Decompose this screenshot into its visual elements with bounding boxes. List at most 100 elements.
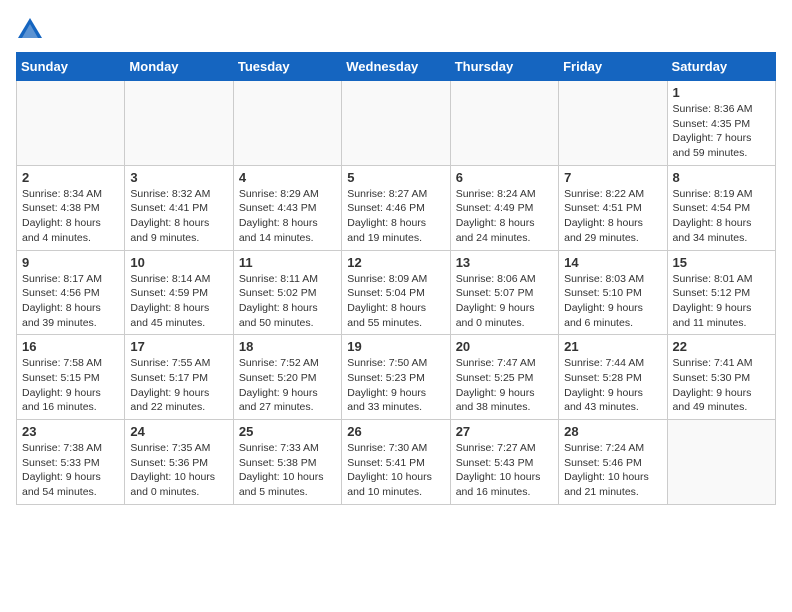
calendar-cell: 26 Sunrise: 7:30 AM Sunset: 5:41 PM Dayli… — [342, 420, 450, 505]
page-header — [16, 16, 776, 44]
day-info: Sunrise: 8:34 AM Sunset: 4:38 PM Dayligh… — [22, 187, 119, 246]
day-info: Sunrise: 8:14 AM Sunset: 4:59 PM Dayligh… — [130, 272, 227, 331]
calendar-cell — [559, 81, 667, 166]
calendar-cell: 3 Sunrise: 8:32 AM Sunset: 4:41 PM Daylig… — [125, 165, 233, 250]
day-info: Sunrise: 8:29 AM Sunset: 4:43 PM Dayligh… — [239, 187, 336, 246]
day-info: Sunrise: 7:50 AM Sunset: 5:23 PM Dayligh… — [347, 356, 444, 415]
calendar-cell: 8Sunrise: 8:19 AM Sunset: 4:54 PM Daylig… — [667, 165, 775, 250]
day-number: 25 — [239, 424, 336, 439]
weekday-header-thursday: Thursday — [450, 53, 558, 81]
calendar-cell: 25 Sunrise: 7:33 AM Sunset: 5:38 PM Dayli… — [233, 420, 341, 505]
day-info: Sunrise: 7:27 AM Sunset: 5:43 PM Dayligh… — [456, 441, 553, 500]
day-number: 28 — [564, 424, 661, 439]
calendar-week-row: 1Sunrise: 8:36 AM Sunset: 4:35 PM Daylig… — [17, 81, 776, 166]
weekday-header-tuesday: Tuesday — [233, 53, 341, 81]
day-number: 21 — [564, 339, 661, 354]
calendar-week-row: 9Sunrise: 8:17 AM Sunset: 4:56 PM Daylig… — [17, 250, 776, 335]
day-info: Sunrise: 7:52 AM Sunset: 5:20 PM Dayligh… — [239, 356, 336, 415]
calendar-cell: 17 Sunrise: 7:55 AM Sunset: 5:17 PM Dayli… — [125, 335, 233, 420]
day-info: Sunrise: 7:58 AM Sunset: 5:15 PM Dayligh… — [22, 356, 119, 415]
day-number: 3 — [130, 170, 227, 185]
calendar-cell: 24 Sunrise: 7:35 AM Sunset: 5:36 PM Dayli… — [125, 420, 233, 505]
day-info: Sunrise: 7:30 AM Sunset: 5:41 PM Dayligh… — [347, 441, 444, 500]
day-info: Sunrise: 8:22 AM Sunset: 4:51 PM Dayligh… — [564, 187, 661, 246]
day-info: Sunrise: 7:24 AM Sunset: 5:46 PM Dayligh… — [564, 441, 661, 500]
calendar-cell: 22Sunrise: 7:41 AM Sunset: 5:30 PM Dayli… — [667, 335, 775, 420]
calendar-cell — [233, 81, 341, 166]
day-number: 17 — [130, 339, 227, 354]
day-info: Sunrise: 7:47 AM Sunset: 5:25 PM Dayligh… — [456, 356, 553, 415]
calendar-cell — [342, 81, 450, 166]
day-number: 26 — [347, 424, 444, 439]
calendar-week-row: 2 Sunrise: 8:34 AM Sunset: 4:38 PM Daylig… — [17, 165, 776, 250]
calendar-cell: 13 Sunrise: 8:06 AM Sunset: 5:07 PM Dayli… — [450, 250, 558, 335]
day-info: Sunrise: 8:24 AM Sunset: 4:49 PM Dayligh… — [456, 187, 553, 246]
calendar-cell: 23 Sunrise: 7:38 AM Sunset: 5:33 PM Dayli… — [17, 420, 125, 505]
day-info: Sunrise: 7:55 AM Sunset: 5:17 PM Dayligh… — [130, 356, 227, 415]
weekday-header-sunday: Sunday — [17, 53, 125, 81]
day-info: Sunrise: 8:27 AM Sunset: 4:46 PM Dayligh… — [347, 187, 444, 246]
calendar-cell: 27 Sunrise: 7:27 AM Sunset: 5:43 PM Dayli… — [450, 420, 558, 505]
calendar-cell: 1Sunrise: 8:36 AM Sunset: 4:35 PM Daylig… — [667, 81, 775, 166]
calendar-week-row: 23 Sunrise: 7:38 AM Sunset: 5:33 PM Dayli… — [17, 420, 776, 505]
calendar-cell — [450, 81, 558, 166]
day-number: 27 — [456, 424, 553, 439]
calendar-cell: 15Sunrise: 8:01 AM Sunset: 5:12 PM Dayli… — [667, 250, 775, 335]
day-info: Sunrise: 8:06 AM Sunset: 5:07 PM Dayligh… — [456, 272, 553, 331]
calendar-cell: 4 Sunrise: 8:29 AM Sunset: 4:43 PM Daylig… — [233, 165, 341, 250]
day-number: 20 — [456, 339, 553, 354]
day-number: 4 — [239, 170, 336, 185]
calendar-cell — [667, 420, 775, 505]
day-number: 13 — [456, 255, 553, 270]
calendar-cell: 12 Sunrise: 8:09 AM Sunset: 5:04 PM Dayli… — [342, 250, 450, 335]
weekday-header-friday: Friday — [559, 53, 667, 81]
day-info: Sunrise: 7:33 AM Sunset: 5:38 PM Dayligh… — [239, 441, 336, 500]
calendar-cell: 28 Sunrise: 7:24 AM Sunset: 5:46 PM Dayli… — [559, 420, 667, 505]
day-number: 19 — [347, 339, 444, 354]
calendar-cell: 14 Sunrise: 8:03 AM Sunset: 5:10 PM Dayli… — [559, 250, 667, 335]
day-number: 14 — [564, 255, 661, 270]
logo — [16, 16, 48, 44]
calendar-cell: 7 Sunrise: 8:22 AM Sunset: 4:51 PM Daylig… — [559, 165, 667, 250]
day-number: 16 — [22, 339, 119, 354]
calendar-cell: 6 Sunrise: 8:24 AM Sunset: 4:49 PM Daylig… — [450, 165, 558, 250]
day-info: Sunrise: 7:41 AM Sunset: 5:30 PM Dayligh… — [673, 356, 770, 415]
day-info: Sunrise: 8:09 AM Sunset: 5:04 PM Dayligh… — [347, 272, 444, 331]
calendar-week-row: 16 Sunrise: 7:58 AM Sunset: 5:15 PM Dayli… — [17, 335, 776, 420]
day-info: Sunrise: 8:32 AM Sunset: 4:41 PM Dayligh… — [130, 187, 227, 246]
day-info: Sunrise: 7:44 AM Sunset: 5:28 PM Dayligh… — [564, 356, 661, 415]
calendar-cell: 16 Sunrise: 7:58 AM Sunset: 5:15 PM Dayli… — [17, 335, 125, 420]
calendar-cell: 5 Sunrise: 8:27 AM Sunset: 4:46 PM Daylig… — [342, 165, 450, 250]
weekday-header-monday: Monday — [125, 53, 233, 81]
calendar-cell — [17, 81, 125, 166]
calendar-cell: 21 Sunrise: 7:44 AM Sunset: 5:28 PM Dayli… — [559, 335, 667, 420]
day-info: Sunrise: 8:01 AM Sunset: 5:12 PM Dayligh… — [673, 272, 770, 331]
day-number: 11 — [239, 255, 336, 270]
day-number: 23 — [22, 424, 119, 439]
day-number: 10 — [130, 255, 227, 270]
calendar-table: SundayMondayTuesdayWednesdayThursdayFrid… — [16, 52, 776, 505]
calendar-cell — [125, 81, 233, 166]
day-number: 7 — [564, 170, 661, 185]
calendar-cell: 10 Sunrise: 8:14 AM Sunset: 4:59 PM Dayli… — [125, 250, 233, 335]
calendar-cell: 19 Sunrise: 7:50 AM Sunset: 5:23 PM Dayli… — [342, 335, 450, 420]
day-number: 2 — [22, 170, 119, 185]
weekday-header-saturday: Saturday — [667, 53, 775, 81]
day-number: 24 — [130, 424, 227, 439]
weekday-header-row: SundayMondayTuesdayWednesdayThursdayFrid… — [17, 53, 776, 81]
day-number: 9 — [22, 255, 119, 270]
day-number: 6 — [456, 170, 553, 185]
day-info: Sunrise: 7:35 AM Sunset: 5:36 PM Dayligh… — [130, 441, 227, 500]
weekday-header-wednesday: Wednesday — [342, 53, 450, 81]
calendar-cell: 18Sunrise: 7:52 AM Sunset: 5:20 PM Dayli… — [233, 335, 341, 420]
day-number: 12 — [347, 255, 444, 270]
day-number: 8 — [673, 170, 770, 185]
day-info: Sunrise: 8:36 AM Sunset: 4:35 PM Dayligh… — [673, 102, 770, 161]
calendar-cell: 2 Sunrise: 8:34 AM Sunset: 4:38 PM Daylig… — [17, 165, 125, 250]
logo-icon — [16, 16, 44, 44]
day-info: Sunrise: 8:03 AM Sunset: 5:10 PM Dayligh… — [564, 272, 661, 331]
calendar-cell: 20 Sunrise: 7:47 AM Sunset: 5:25 PM Dayli… — [450, 335, 558, 420]
calendar-cell: 9Sunrise: 8:17 AM Sunset: 4:56 PM Daylig… — [17, 250, 125, 335]
day-info: Sunrise: 7:38 AM Sunset: 5:33 PM Dayligh… — [22, 441, 119, 500]
day-number: 5 — [347, 170, 444, 185]
